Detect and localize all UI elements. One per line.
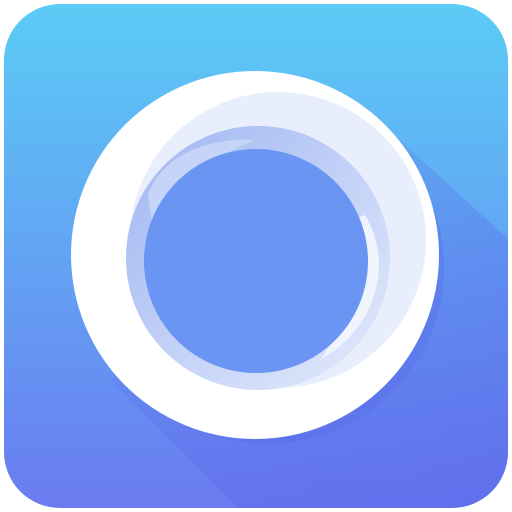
ring-center	[144, 149, 368, 373]
app-icon-canvas	[0, 0, 512, 512]
app-icon-tile	[4, 4, 508, 508]
